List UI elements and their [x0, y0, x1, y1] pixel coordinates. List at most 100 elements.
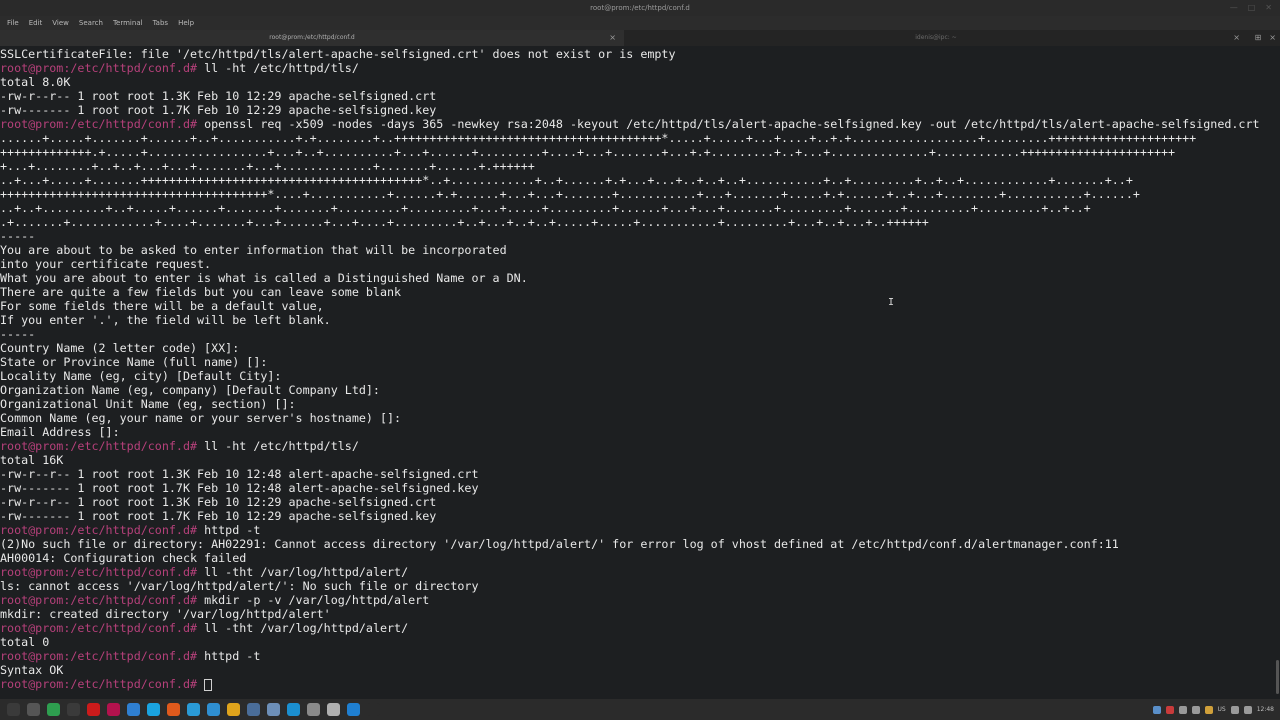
output-text: -rw-r--r-- 1 root root 1.3K Feb 10 12:29… — [0, 89, 437, 103]
folder-icon[interactable] — [267, 703, 280, 716]
tab-root-prom[interactable]: root@prom:/etc/httpd/conf.d × — [0, 30, 624, 46]
tab-bar: root@prom:/etc/httpd/conf.d × idenis@ipc… — [0, 30, 1280, 46]
terminal-line: Locality Name (eg, city) [Default City]: — [0, 369, 1274, 383]
output-text: Organization Name (eg, company) [Default… — [0, 383, 380, 397]
chrome-icon[interactable] — [227, 703, 240, 716]
tab-close-icon[interactable]: × — [1233, 30, 1240, 46]
battery-icon[interactable] — [1243, 705, 1252, 714]
app-icon[interactable] — [47, 703, 60, 716]
telegram-icon[interactable] — [187, 703, 200, 716]
command-text: openssl req -x509 -nodes -days 365 -newk… — [204, 117, 1260, 131]
opera-icon[interactable] — [87, 703, 100, 716]
maximize-icon[interactable]: □ — [1248, 0, 1256, 16]
terminal-line: SSLCertificateFile: file '/etc/httpd/tls… — [0, 47, 1274, 61]
output-text: State or Province Name (full name) []: — [0, 355, 268, 369]
output-text: ++++++++++++++++++++++++++++++++++++++*.… — [0, 187, 1140, 201]
close-window-icon[interactable]: × — [1269, 30, 1276, 46]
output-text: If you enter '.', the field will be left… — [0, 313, 331, 327]
terminal-line: total 8.0K — [0, 75, 1274, 89]
output-text: Locality Name (eg, city) [Default City]: — [0, 369, 282, 383]
menu-edit[interactable]: Edit — [24, 16, 48, 30]
output-text: mkdir: created directory '/var/log/httpd… — [0, 607, 331, 621]
output-text: SSLCertificateFile: file '/etc/httpd/tls… — [0, 47, 676, 61]
terminal-line: root@prom:/etc/httpd/conf.d# mkdir -p -v… — [0, 593, 1274, 607]
terminal-line: mkdir: created directory '/var/log/httpd… — [0, 607, 1274, 621]
terminal-cursor — [204, 678, 213, 691]
keyboard-layout[interactable]: US — [1218, 706, 1226, 713]
record-icon[interactable] — [1165, 705, 1174, 714]
vscode-icon[interactable] — [347, 703, 360, 716]
volume-icon[interactable] — [1230, 705, 1239, 714]
app-icon[interactable] — [307, 703, 320, 716]
minimize-icon[interactable]: — — [1230, 0, 1238, 16]
terminal-line: root@prom:/etc/httpd/conf.d# ll -ht /etc… — [0, 439, 1274, 453]
command-text: httpd -t — [204, 649, 261, 663]
terminal-line: -rw------- 1 root root 1.7K Feb 10 12:48… — [0, 481, 1274, 495]
tab-label: idenis@ipc: ~ — [915, 34, 957, 41]
clock[interactable]: 12:48 — [1257, 706, 1274, 713]
terminal-line: root@prom:/etc/httpd/conf.d# httpd -t — [0, 523, 1274, 537]
menu-tabs[interactable]: Tabs — [148, 16, 174, 30]
command-text: ll -ht /etc/httpd/tls/ — [204, 61, 359, 75]
app-icon[interactable] — [27, 703, 40, 716]
menu-help[interactable]: Help — [173, 16, 199, 30]
edge-icon[interactable] — [287, 703, 300, 716]
menu-search[interactable]: Search — [74, 16, 108, 30]
shell-prompt: root@prom:/etc/httpd/conf.d# — [0, 593, 205, 607]
shell-prompt: root@prom:/etc/httpd/conf.d# — [0, 621, 205, 635]
terminal-line: What you are about to enter is what is c… — [0, 271, 1274, 285]
output-text: Common Name (eg, your name or your serve… — [0, 411, 402, 425]
output-text: You are about to be asked to enter infor… — [0, 243, 507, 257]
output-text: ......+.....+.......+......+..+.........… — [0, 131, 1197, 145]
output-text: Syntax OK — [0, 663, 64, 677]
terminal-line: root@prom:/etc/httpd/conf.d# openssl req… — [0, 117, 1274, 131]
terminal-line: -rw-r--r-- 1 root root 1.3K Feb 10 12:29… — [0, 495, 1274, 509]
terminal-scrollbar[interactable] — [1276, 660, 1279, 694]
menu-file[interactable]: File — [2, 16, 24, 30]
command-text: ll -ht /etc/httpd/tls/ — [204, 439, 359, 453]
terminal-line: ......+.....+.......+......+..+.........… — [0, 131, 1274, 145]
command-text: ll -tht /var/log/httpd/alert/ — [204, 621, 409, 635]
output-text: Country Name (2 letter code) [XX]: — [0, 341, 240, 355]
terminal-line: Organizational Unit Name (eg, section) [… — [0, 397, 1274, 411]
app-icon[interactable] — [67, 703, 80, 716]
terminal-icon[interactable] — [367, 703, 380, 716]
output-text: -rw------- 1 root root 1.7K Feb 10 12:29… — [0, 509, 437, 523]
new-tab-icon[interactable]: ⊞ — [1255, 30, 1262, 46]
tab-idenis-ipc[interactable]: idenis@ipc: ~ × — [624, 30, 1248, 46]
output-text: For some fields there will be a default … — [0, 299, 324, 313]
terminal-line: .+.......+............+....+.......+...+… — [0, 215, 1274, 229]
shell-prompt: root@prom:/etc/httpd/conf.d# — [0, 565, 205, 579]
terminal-line: AH00014: Configuration check failed — [0, 551, 1274, 565]
app-icon[interactable] — [127, 703, 140, 716]
output-text: AH00014: Configuration check failed — [0, 551, 247, 565]
app-icon[interactable] — [167, 703, 180, 716]
output-text: ----- — [0, 327, 36, 341]
menu-terminal[interactable]: Terminal — [108, 16, 148, 30]
menu-view[interactable]: View — [47, 16, 74, 30]
terminal-output[interactable]: SSLCertificateFile: file '/etc/httpd/tls… — [0, 47, 1274, 697]
tab-close-icon[interactable]: × — [609, 30, 616, 46]
app-icon[interactable] — [327, 703, 340, 716]
menu-icon[interactable] — [7, 703, 20, 716]
output-text: ..+..+.........+..+.....+......+.......+… — [0, 201, 1091, 215]
close-icon[interactable]: ✕ — [1265, 0, 1272, 16]
terminal-line: ++++++++++++++++++++++++++++++++++++++*.… — [0, 187, 1274, 201]
output-text: Organizational Unit Name (eg, section) [… — [0, 397, 296, 411]
app-icon[interactable] — [1204, 705, 1213, 714]
app-icon[interactable] — [1191, 705, 1200, 714]
terminal-line: ls: cannot access '/var/log/httpd/alert/… — [0, 579, 1274, 593]
app-icon[interactable] — [207, 703, 220, 716]
app-icon[interactable] — [1178, 705, 1187, 714]
terminal-line: root@prom:/etc/httpd/conf.d# ll -ht /etc… — [0, 61, 1274, 75]
network-icon[interactable] — [1152, 705, 1161, 714]
taskbar-apps — [0, 703, 380, 716]
skype-icon[interactable] — [147, 703, 160, 716]
command-text: httpd -t — [204, 523, 261, 537]
raspberry-icon[interactable] — [107, 703, 120, 716]
monitor-icon[interactable] — [247, 703, 260, 716]
terminal-line: +++++++++++++.+.....+.................+.… — [0, 145, 1274, 159]
terminal-line: Organization Name (eg, company) [Default… — [0, 383, 1274, 397]
terminal-line: root@prom:/etc/httpd/conf.d# ll -tht /va… — [0, 565, 1274, 579]
tab-label: root@prom:/etc/httpd/conf.d — [269, 34, 355, 41]
